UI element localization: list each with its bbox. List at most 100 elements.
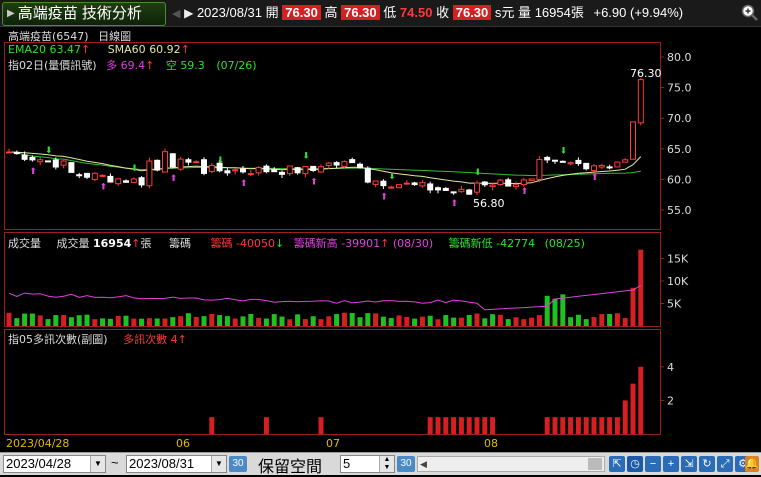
start-date-select[interactable]: 2023/04/28 ▼	[3, 455, 106, 473]
clock-icon[interactable]: ◷	[627, 456, 643, 472]
signal-count-bar	[630, 383, 636, 434]
zoom-in-plus-icon[interactable]: +	[663, 456, 679, 472]
candle-body	[162, 151, 168, 173]
volume-bar	[396, 315, 402, 326]
volume-bar	[326, 316, 332, 326]
move-left-icon[interactable]: ⇱	[609, 456, 625, 472]
candle-body	[60, 160, 67, 166]
refresh-icon[interactable]: ↻	[699, 456, 715, 472]
price-tick-label: 60.0	[667, 173, 692, 186]
volume-tick-label: 5K	[667, 298, 682, 311]
long-signal-arrow: ⬆	[170, 173, 178, 183]
spinner-icon[interactable]: ▲ ▼	[379, 456, 394, 472]
volume-bar	[232, 318, 238, 326]
end-date-select[interactable]: 2023/08/31 ▼	[126, 455, 227, 473]
volume-bar	[513, 317, 519, 326]
candle-body	[341, 161, 348, 168]
candle-body	[411, 182, 418, 186]
candle-body	[591, 165, 597, 171]
signal-count-bar	[544, 417, 550, 434]
signal-count-bar	[458, 417, 464, 434]
period-30-button[interactable]: 30	[229, 456, 247, 472]
candle-body	[466, 189, 473, 195]
candle-body	[185, 159, 192, 163]
volume-bar	[591, 317, 597, 326]
scroll-thumb[interactable]	[588, 458, 602, 470]
volume-bar	[341, 312, 347, 326]
signal-count-bar	[263, 417, 269, 434]
candle-body	[474, 182, 480, 193]
signal-count-bar	[638, 366, 644, 434]
short-signal-arrow: ⬇	[131, 163, 139, 173]
volume-bar	[497, 314, 503, 326]
volume-bar	[271, 314, 277, 326]
signal-count-bar	[474, 417, 480, 434]
volume-bar	[154, 318, 160, 326]
volume-bar	[279, 316, 285, 326]
long-signal-arrow: ⬆	[310, 177, 318, 187]
volume-bar	[505, 319, 511, 326]
volume-bar	[474, 313, 480, 326]
candle-body	[364, 167, 371, 183]
volume-bar	[240, 316, 246, 326]
scroll-left-icon[interactable]: ◀	[420, 457, 427, 471]
volume-bar	[131, 318, 137, 326]
volume-bar	[607, 314, 613, 326]
signal-count-bar	[552, 417, 558, 434]
volume-bar	[560, 294, 566, 326]
long-signal-arrow: ⬆	[380, 192, 388, 202]
period-30-button-2[interactable]: 30	[397, 456, 415, 472]
candle-body	[52, 159, 59, 168]
zoom-out-minus-icon[interactable]: −	[645, 456, 661, 472]
volume-bar	[84, 314, 90, 326]
volume-bar	[45, 319, 51, 326]
candle-body	[68, 162, 75, 173]
candle-body	[286, 165, 293, 175]
price-tick-label: 75.0	[667, 82, 692, 95]
volume-bar	[622, 318, 628, 326]
volume-bar	[357, 317, 363, 326]
candle-body	[380, 180, 387, 187]
volume-bar	[451, 317, 457, 326]
x-label-jun: 06	[176, 437, 190, 450]
candle-body	[357, 163, 363, 169]
alert-bell-icon[interactable]: 🔔	[745, 456, 759, 472]
volume-bar	[435, 319, 441, 326]
reserve-space-input[interactable]: 5 ▲ ▼	[340, 455, 395, 473]
volume-bar	[334, 314, 340, 326]
volume-tick-label: 10K	[667, 275, 689, 288]
candle-body	[302, 165, 309, 175]
signal-count-bar	[427, 417, 433, 434]
candle-body	[146, 160, 153, 187]
signal-tick-label: 4	[667, 361, 674, 374]
chevron-down-icon: ▼	[90, 456, 105, 472]
volume-bar	[373, 313, 379, 326]
signal-count-bar	[482, 417, 488, 434]
volume-bar	[365, 313, 371, 326]
horizontal-scrollbar[interactable]: ◀	[417, 456, 605, 472]
volume-bar	[529, 317, 535, 326]
volume-bar	[583, 319, 589, 326]
candle-body	[6, 151, 12, 154]
scroll-right-end-icon[interactable]: ⇲	[681, 456, 697, 472]
volume-bar	[443, 315, 449, 326]
candle-body	[130, 178, 137, 183]
candle-body	[450, 191, 457, 194]
volume-bar	[310, 316, 316, 326]
candle-body	[37, 159, 44, 163]
volume-bar	[92, 319, 98, 326]
candle-body	[99, 174, 106, 177]
candle-body	[520, 179, 527, 186]
signal-count-bar	[575, 417, 581, 434]
short-signal-arrow: ⬇	[45, 145, 53, 155]
fit-screen-icon[interactable]: ⤢	[717, 456, 733, 472]
technical-chart[interactable]: 80.0 75.0 70.0 65.0 60.0 55.0 ⬆ ⬇ ⬆ ⬇ ⬆ ⬇ ⬆ ⬇ ⬆ ⬆ ⬇ ⬆ ⬇ ⬆ ⬇ ⬆…	[0, 0, 761, 452]
candle-body	[107, 175, 114, 183]
volume-bar	[544, 295, 550, 326]
volume-bar	[14, 318, 20, 326]
candle-body	[240, 168, 246, 173]
candle-body	[567, 162, 574, 165]
candle-body	[622, 159, 629, 163]
volume-bar	[217, 315, 223, 326]
signal-count-bar	[451, 417, 457, 434]
